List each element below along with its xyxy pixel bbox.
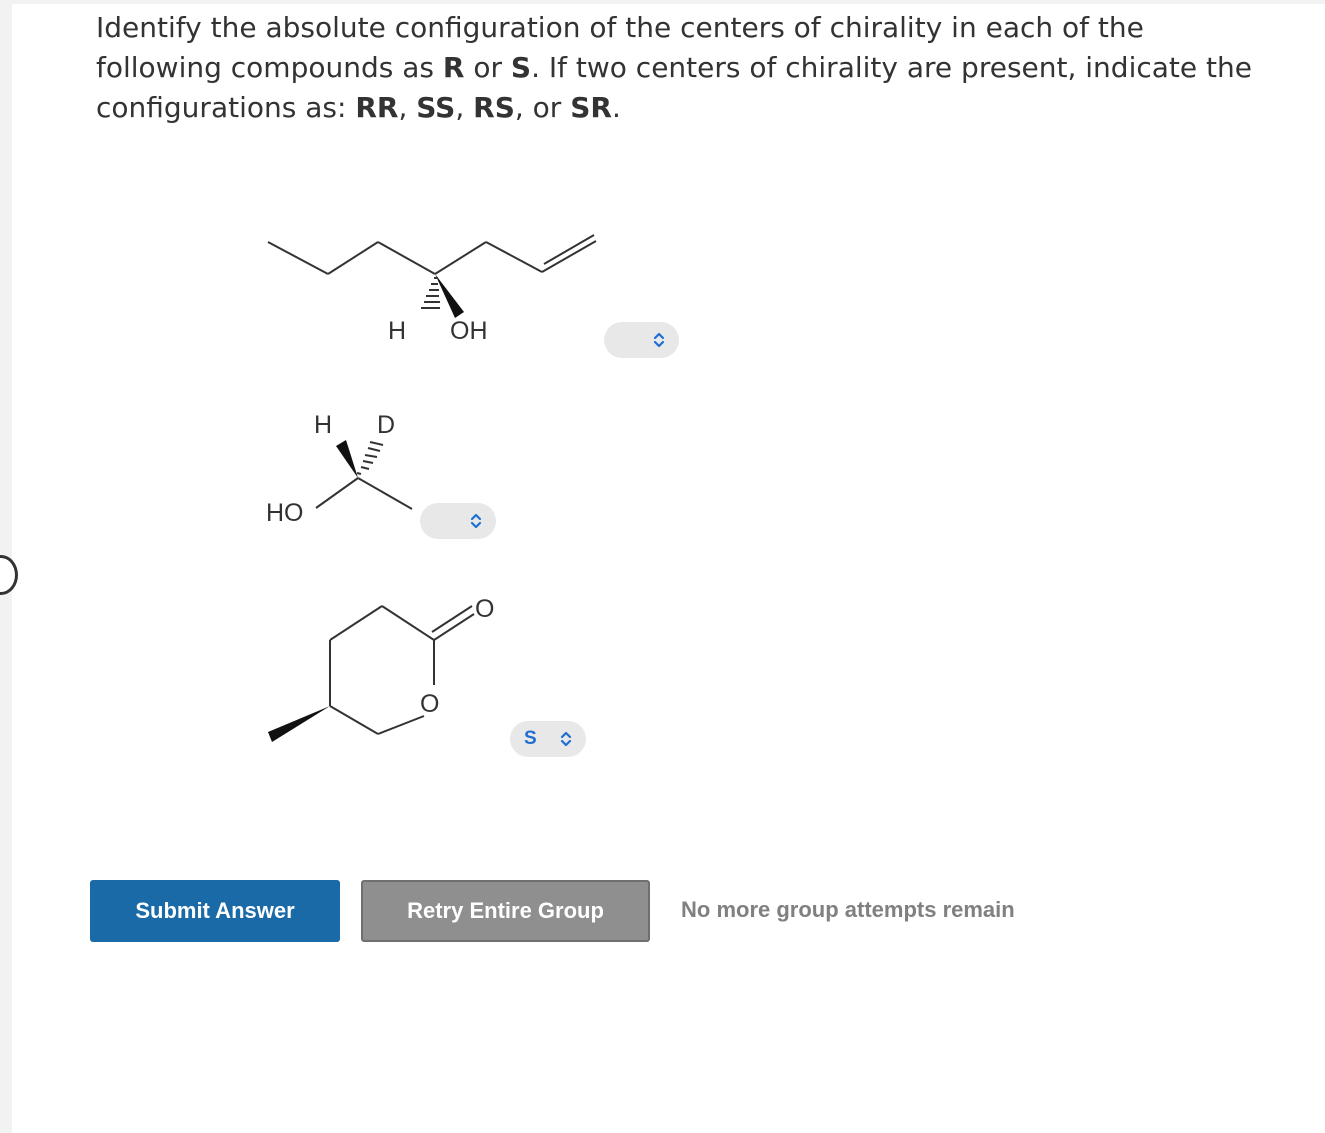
up-down-chevron-icon	[653, 332, 665, 348]
question-text-part: ,	[455, 91, 474, 124]
hash-bond	[421, 277, 440, 309]
atom-label-d: D	[377, 411, 395, 439]
compound-2-structure: H D HO	[266, 411, 413, 527]
atom-label-h: H	[388, 317, 406, 345]
attempts-status: No more group attempts remain	[681, 897, 1015, 922]
retry-entire-group-button[interactable]: Retry Entire Group	[361, 880, 650, 942]
config-rr: RR	[355, 91, 399, 124]
atom-label-h: H	[314, 411, 332, 439]
question-text-part: or	[464, 51, 511, 84]
config-sr: SR	[570, 91, 612, 124]
compound-1-configuration-select[interactable]	[604, 322, 679, 358]
atom-label-oh: OH	[450, 317, 488, 345]
compound-3-structure: O O	[268, 595, 494, 742]
hash-bond	[356, 441, 384, 475]
compound-3-configuration-select[interactable]: S	[510, 721, 586, 757]
question-text-part: .	[611, 91, 621, 124]
question-text-part: ,	[398, 91, 417, 124]
wedge-bond	[435, 274, 464, 318]
up-down-chevron-icon	[560, 731, 572, 747]
submit-answer-button[interactable]: Submit Answer	[90, 880, 340, 942]
config-r: R	[442, 51, 465, 84]
question-text-part: , or	[514, 91, 571, 124]
up-down-chevron-icon	[470, 513, 482, 529]
wedge-bond	[336, 440, 358, 478]
question-text: Identify the absolute configuration of t…	[96, 8, 1276, 128]
compound-3-selected-value: S	[524, 728, 537, 749]
atom-label-ho: HO	[266, 499, 304, 527]
config-rs: RS	[473, 91, 515, 124]
compound-1-structure: H OH	[267, 234, 597, 345]
compound-2-configuration-select[interactable]	[420, 503, 496, 539]
atom-label-ring-o: O	[420, 690, 439, 718]
config-s: S	[510, 51, 532, 84]
question-page	[12, 4, 1325, 1133]
config-ss: SS	[416, 91, 456, 124]
atom-label-carbonyl-o: O	[475, 595, 494, 623]
wedge-bond	[268, 706, 330, 742]
